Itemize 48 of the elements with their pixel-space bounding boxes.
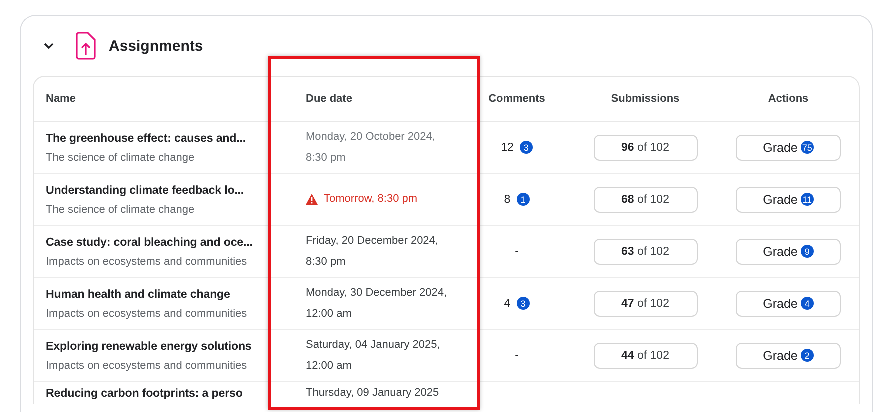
section-title: Assignments (109, 38, 204, 54)
assignment-title[interactable]: Exploring renewable energy solutions (46, 336, 252, 356)
grade-button[interactable]: Grade 9 (736, 238, 841, 264)
assignment-topic: The science of climate change (46, 150, 195, 166)
due-date: Saturday, 04 January 2025, 12:00 am (306, 338, 442, 374)
column-header: Comments (461, 77, 573, 122)
assignment-title[interactable]: The greenhouse effect: causes and... (46, 128, 246, 148)
file-upload-icon (75, 32, 97, 60)
due-date: Monday, 30 December 2024, 12:00 am (306, 286, 448, 322)
due-date: Friday, 20 December 2024, 8:30 pm (306, 234, 440, 270)
submissions-button[interactable]: 96 of 102 (594, 134, 698, 160)
column-header: Due date (291, 77, 461, 122)
column-header: Actions (718, 77, 859, 122)
grade-button[interactable]: Grade 2 (736, 342, 841, 368)
due-date: Monday, 20 October 2024, 8:30 pm (306, 130, 436, 166)
assignment-topic: Impacts on ecosystems and communities (46, 254, 248, 270)
column-header: Name (34, 77, 291, 122)
new-comments-badge: 1 (516, 193, 530, 206)
assignment-title[interactable]: Human health and climate change (46, 284, 230, 304)
comment-count: - (515, 350, 519, 362)
grade-button[interactable]: Grade 4 (736, 290, 841, 316)
warning-icon (306, 194, 318, 205)
submissions-button[interactable]: 68 of 102 (594, 186, 698, 212)
submissions-button[interactable]: 63 of 102 (594, 238, 698, 264)
to-grade-badge: 4 (800, 297, 814, 310)
assignment-title[interactable]: Reducing carbon footprints: a perso (46, 384, 243, 404)
assignment-topic: The science of climate change (46, 202, 195, 218)
new-comments-badge: 3 (516, 297, 530, 310)
comment-count: 12 (501, 142, 514, 154)
grade-button[interactable]: Grade 11 (736, 186, 841, 212)
assignment-topic: Impacts on ecosystems and communities (46, 306, 248, 322)
submissions-button[interactable]: 44 of 102 (594, 342, 698, 368)
assignment-title[interactable]: Understanding climate feedback lo... (46, 180, 244, 200)
new-comments-badge: 3 (520, 141, 533, 154)
to-grade-badge: 11 (800, 193, 814, 206)
due-date: Thursday, 09 January 2025 (306, 386, 440, 401)
column-header: Submissions (573, 77, 718, 122)
due-date: Tomorrow, 8:30 pm (306, 189, 456, 210)
to-grade-badge: 9 (800, 245, 814, 258)
grade-button[interactable]: Grade 75 (736, 134, 841, 160)
comment-count: 8 (504, 194, 511, 206)
to-grade-badge: 2 (800, 349, 814, 362)
assignment-topic: Impacts on ecosystems and communities (46, 358, 248, 374)
comment-count: - (515, 246, 519, 258)
assignment-title[interactable]: Case study: coral bleaching and oce... (46, 232, 253, 252)
to-grade-badge: 75 (800, 141, 814, 154)
submissions-button[interactable]: 47 of 102 (594, 290, 698, 316)
comment-count: 4 (504, 298, 511, 310)
